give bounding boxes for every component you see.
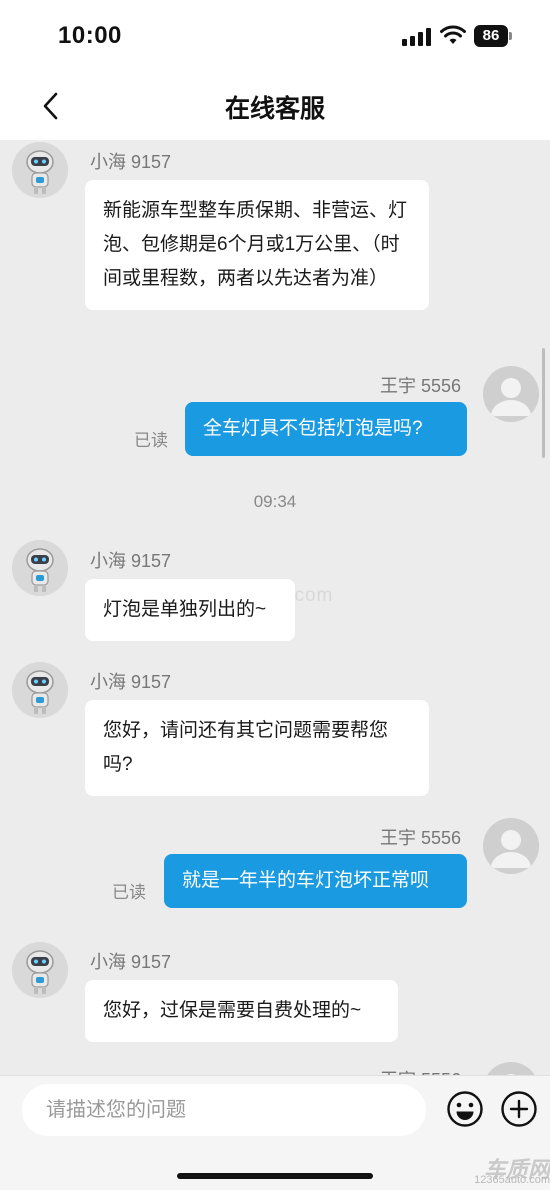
add-attachment-button[interactable] [500,1090,538,1128]
battery-level: 86 [474,25,508,47]
status-time: 10:00 [58,22,122,49]
robot-avatar-icon [12,540,68,596]
chat-screen: 10:00 86 在线客服 www.12365auto.com [0,0,550,1190]
brand-watermark-logo: 车质网 12365auto.com [460,1152,550,1188]
plus-icon [501,1091,537,1127]
sender-name: 王宇 5556 [380,376,462,396]
sender-name: 王宇 5556 [380,1066,461,1075]
emoji-smile-icon [447,1091,483,1127]
sender-name: 王宇 5556 [380,828,462,848]
wifi-icon [440,25,466,44]
page-title: 在线客服 [224,95,325,123]
bot-avatar[interactable] [12,540,68,596]
cellular-signal-icon [402,28,432,46]
robot-avatar-icon [12,142,68,198]
read-receipt: 已读 [134,431,168,450]
emoji-button[interactable] [446,1090,484,1128]
sender-name: 小海 9157 [90,672,172,692]
chat-message-list[interactable]: www.12365auto.com 小海 9157 新能源车型整车质保期、非营运… [0,140,550,1075]
bot-avatar[interactable] [12,942,68,998]
user-avatar[interactable] [483,1062,539,1075]
brand-url: 12365auto.com [474,1174,550,1186]
status-bar: 10:00 86 [0,0,550,72]
battery-indicator: 86 [474,25,514,47]
sender-name: 小海 9157 [90,551,172,571]
user-avatar[interactable] [483,818,539,874]
user-avatar-icon [483,818,539,874]
incoming-message-bubble[interactable]: 您好，请问还有其它问题需要帮您吗? [85,700,429,796]
sender-name: 小海 9157 [90,152,172,172]
robot-avatar-icon [12,942,68,998]
robot-avatar-icon [12,662,68,718]
incoming-message-bubble[interactable]: 灯泡是单独列出的~ [85,579,295,641]
user-avatar-icon [483,366,539,422]
sender-name: 小海 9157 [90,952,172,972]
incoming-message-bubble[interactable]: 新能源车型整车质保期、非营运、灯泡、包修期是6个月或1万公里、（时间或里程数，两… [85,180,429,310]
nav-bar: 在线客服 [0,72,550,140]
timestamp: 09:34 [253,492,297,511]
user-avatar[interactable] [483,366,539,422]
user-avatar-icon [487,1062,535,1075]
read-receipt: 已读 [112,883,146,902]
bot-avatar[interactable] [12,142,68,198]
bot-avatar[interactable] [12,662,68,718]
incoming-message-bubble[interactable]: 您好，过保是需要自费处理的~ [85,980,398,1042]
outgoing-message-bubble[interactable]: 就是一年半的车灯泡坏正常呗 [164,854,467,908]
outgoing-message-bubble[interactable]: 全车灯具不包括灯泡是吗? [185,402,467,456]
message-input[interactable] [22,1084,426,1136]
message-input-bar: 车质网 12365auto.com [0,1075,550,1190]
home-indicator[interactable] [177,1173,373,1179]
scrollbar[interactable] [542,348,545,458]
